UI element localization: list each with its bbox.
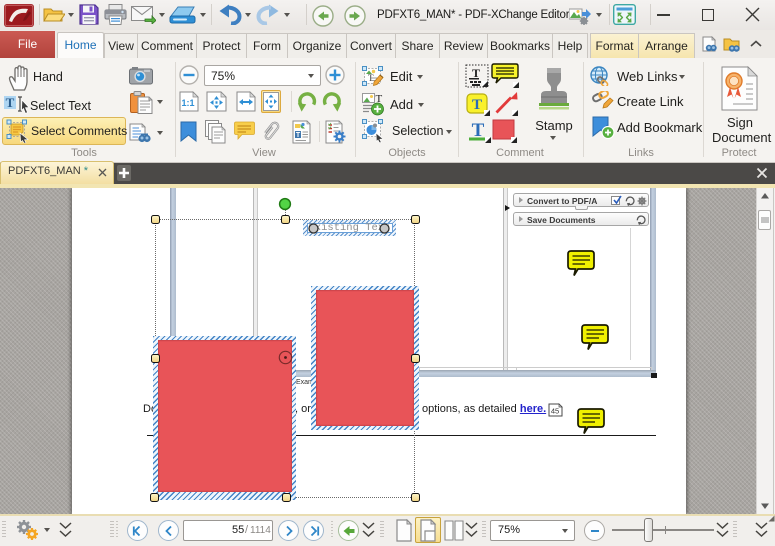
svg-text:1:1: 1:1	[181, 98, 194, 108]
svg-text:45: 45	[551, 407, 559, 416]
svg-text:T: T	[472, 97, 482, 113]
svg-text:T: T	[296, 132, 301, 139]
svg-text:T: T	[472, 66, 480, 80]
svg-text:T: T	[6, 96, 15, 110]
